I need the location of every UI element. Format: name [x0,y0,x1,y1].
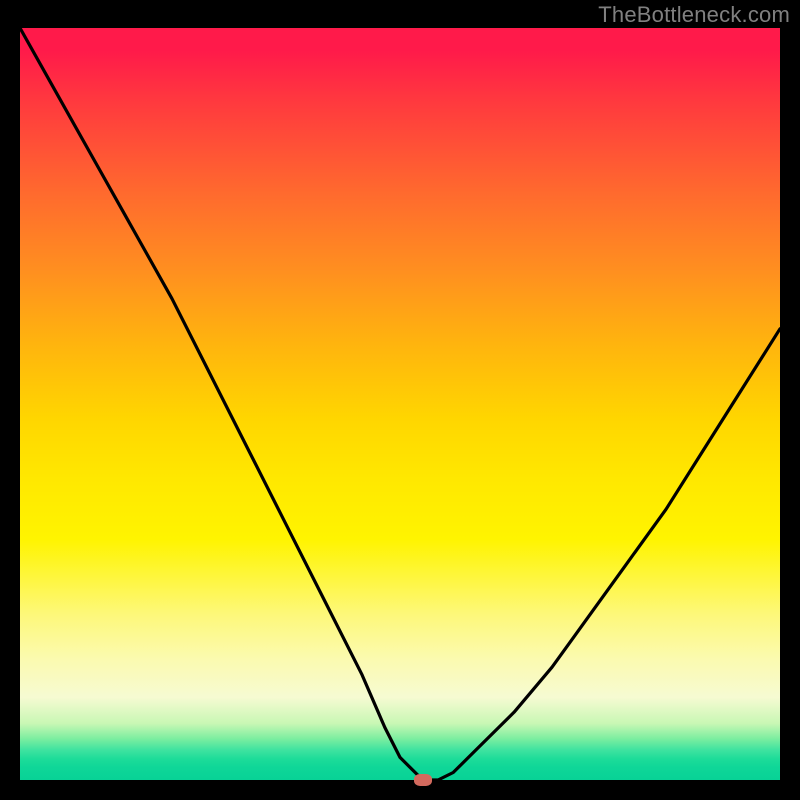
bottleneck-curve [20,28,780,780]
curve-path [20,28,780,780]
optimal-point-marker [414,774,432,786]
plot-area [20,28,780,780]
chart-stage: TheBottleneck.com [0,0,800,800]
watermark-text: TheBottleneck.com [598,2,790,28]
